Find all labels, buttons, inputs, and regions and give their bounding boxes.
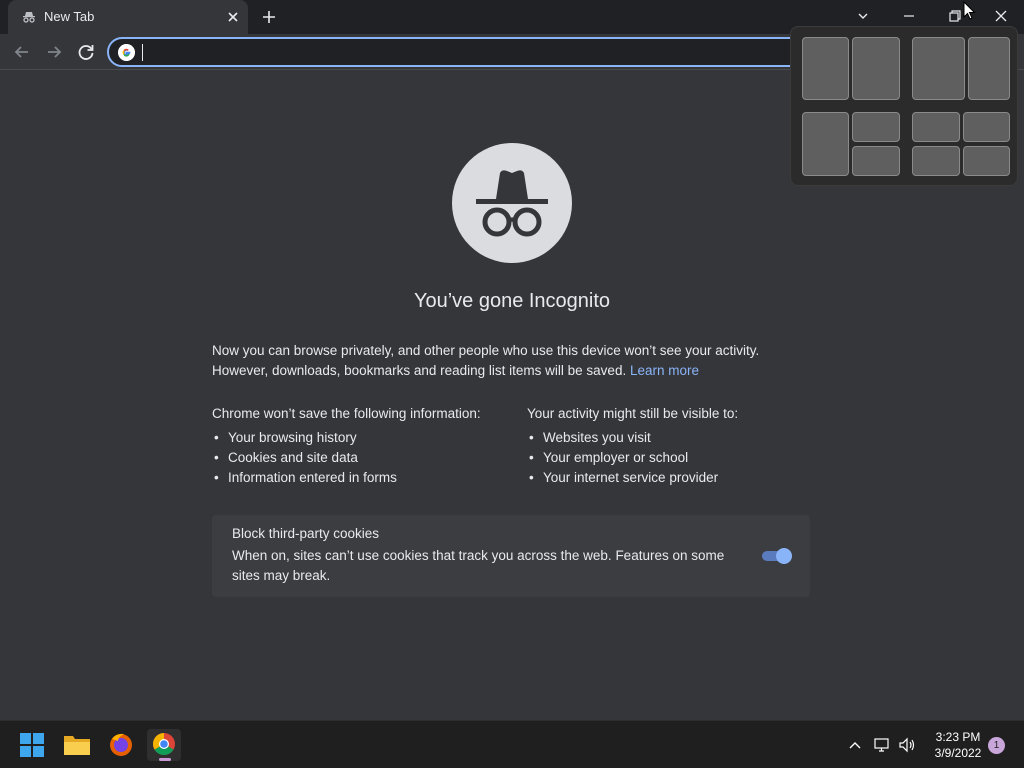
firefox-icon: [110, 733, 132, 756]
cookie-controls-card: Block third-party cookies When on, sites…: [212, 515, 810, 597]
list-item: Your internet service provider: [527, 468, 827, 488]
cookie-title: Block third-party cookies: [232, 526, 380, 541]
not-saved-title: Chrome won’t save the following informat…: [212, 406, 481, 421]
active-indicator: [159, 758, 171, 761]
intro-paragraph: Now you can browse privately, and other …: [212, 341, 812, 381]
not-saved-list: Your browsing history Cookies and site d…: [212, 428, 512, 488]
clock-date: 3/9/2022: [934, 746, 982, 760]
windows-start-icon: [20, 733, 44, 757]
incognito-icon: [476, 170, 548, 237]
google-icon: [118, 44, 135, 61]
chrome-button[interactable]: [147, 729, 181, 761]
close-icon[interactable]: [988, 4, 1014, 28]
minimize-icon[interactable]: [896, 4, 922, 28]
intro-line-1: Now you can browse privately, and other …: [212, 343, 760, 358]
clock-time: 3:23 PM: [935, 730, 981, 744]
page-title: You’ve gone Incognito: [413, 290, 611, 312]
reload-icon[interactable]: [75, 41, 97, 63]
visible-to-section: Your activity might still be visible to:…: [527, 404, 827, 488]
chrome-icon: [153, 733, 175, 755]
visible-to-list: Websites you visit Your employer or scho…: [527, 428, 827, 488]
mouse-pointer-icon: [963, 1, 976, 20]
snap-zone[interactable]: [968, 37, 1010, 100]
snap-zone[interactable]: [912, 37, 965, 100]
intro-line-2-text: However, downloads, bookmarks and readin…: [212, 363, 627, 378]
list-item: Websites you visit: [527, 428, 827, 448]
learn-more-link[interactable]: Learn more: [630, 363, 699, 378]
snap-layouts-flyout: [790, 26, 1018, 186]
cookie-description: When on, sites can’t use cookies that tr…: [232, 548, 725, 583]
snap-zone[interactable]: [802, 37, 849, 100]
list-item: Information entered in forms: [212, 468, 512, 488]
list-item: Your browsing history: [212, 428, 512, 448]
snap-zone[interactable]: [852, 112, 900, 142]
notification-badge[interactable]: 1: [988, 737, 1005, 754]
tab-title: New Tab: [44, 9, 95, 24]
snap-zone[interactable]: [912, 112, 960, 142]
text-cursor: [142, 44, 143, 61]
volume-icon[interactable]: [897, 735, 917, 755]
incognito-logo: [452, 143, 572, 263]
list-item: Cookies and site data: [212, 448, 512, 468]
intro-line-2: However, downloads, bookmarks and readin…: [212, 361, 812, 381]
tab-search-icon[interactable]: [850, 4, 876, 28]
block-cookies-toggle[interactable]: [760, 548, 792, 564]
visible-to-title: Your activity might still be visible to:: [527, 406, 739, 421]
chevron-up-icon[interactable]: [845, 735, 865, 755]
snap-zone[interactable]: [852, 37, 900, 100]
address-bar[interactable]: [107, 37, 807, 67]
toggle-knob: [776, 548, 792, 564]
new-tab-icon[interactable]: [260, 8, 278, 26]
network-icon[interactable]: [872, 735, 892, 755]
snap-zone[interactable]: [963, 146, 1010, 176]
back-icon[interactable]: [11, 41, 33, 63]
snap-zone[interactable]: [802, 112, 849, 176]
list-item: Your employer or school: [527, 448, 827, 468]
taskbar: 3:23 PM 3/9/2022 1: [0, 720, 1024, 768]
start-button[interactable]: [15, 729, 49, 761]
not-saved-section: Chrome won’t save the following informat…: [212, 404, 512, 488]
incognito-icon: [23, 12, 35, 23]
file-explorer-button[interactable]: [60, 729, 94, 761]
firefox-button[interactable]: [104, 729, 138, 761]
snap-zone[interactable]: [912, 146, 960, 176]
forward-icon[interactable]: [43, 41, 65, 63]
tab-new-tab[interactable]: New Tab: [8, 0, 248, 34]
clock[interactable]: 3:23 PM 3/9/2022: [928, 729, 988, 761]
file-explorer-icon: [64, 736, 90, 755]
snap-zone[interactable]: [963, 112, 1010, 142]
tab-close-icon[interactable]: [224, 8, 242, 26]
snap-zone[interactable]: [852, 146, 900, 176]
